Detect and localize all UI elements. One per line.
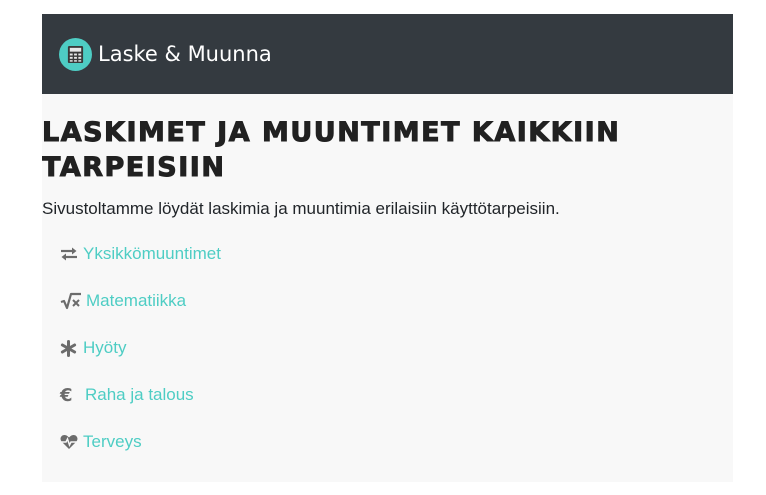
category-link-hyoty[interactable]: Hyöty	[83, 337, 126, 359]
category-link-matematiikka[interactable]: Matematiikka	[86, 290, 186, 312]
category-link-terveys[interactable]: Terveys	[83, 431, 142, 453]
category-link-yksikkomuuntimet[interactable]: Yksikkömuuntimet	[83, 243, 221, 265]
list-item: Matematiikka	[60, 290, 733, 337]
brand-name: Laske & Muunna	[98, 42, 272, 66]
euro-icon: €	[60, 384, 73, 406]
main-content: Laskimet ja muuntimet kaikkiin tarpeisii…	[42, 115, 733, 478]
category-list: Yksikkömuuntimet Matematiikka Hyöty € Ra…	[42, 243, 733, 478]
navbar: Laske & Muunna	[42, 14, 733, 94]
list-item: Yksikkömuuntimet	[60, 243, 733, 290]
square-root-icon	[60, 290, 83, 312]
list-item: Hyöty	[60, 337, 733, 384]
intro-text: Sivustoltamme löydät laskimia ja muuntim…	[42, 199, 560, 219]
page-title: Laskimet ja muuntimet kaikkiin tarpeisii…	[42, 116, 621, 184]
exchange-arrows-icon	[60, 243, 80, 265]
asterisk-icon	[60, 337, 80, 359]
heartbeat-icon	[60, 431, 80, 453]
list-item: Terveys	[60, 431, 733, 478]
brand-link[interactable]: Laske & Muunna	[59, 37, 272, 71]
calculator-icon	[59, 37, 92, 71]
list-item: € Raha ja talous	[60, 384, 733, 431]
page: Laske & Muunna Laskimet ja muuntimet kai…	[42, 14, 733, 482]
category-link-raha-ja-talous[interactable]: Raha ja talous	[85, 384, 194, 406]
